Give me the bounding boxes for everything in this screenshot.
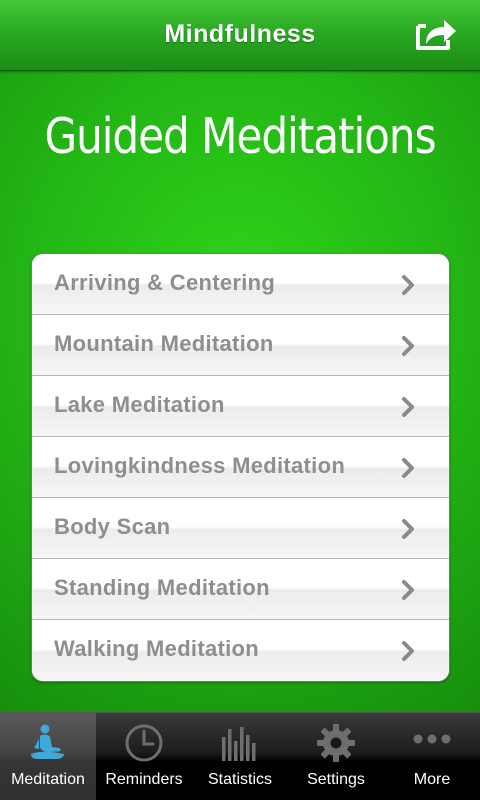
list-item-arriving-centering[interactable]: Arriving & Centering xyxy=(32,254,449,315)
chevron-right-icon xyxy=(402,336,414,356)
tab-statistics[interactable]: Statistics xyxy=(192,713,288,800)
list-item-standing-meditation[interactable]: Standing Meditation xyxy=(32,559,449,620)
tab-settings[interactable]: Settings xyxy=(288,713,384,800)
chevron-right-icon xyxy=(402,275,414,295)
tab-label: Settings xyxy=(307,771,365,788)
page-title: Guided Meditations xyxy=(44,108,436,165)
list-item-label: Standing Meditation xyxy=(54,575,270,600)
tab-reminders[interactable]: Reminders xyxy=(96,713,192,800)
tab-label: More xyxy=(413,771,451,788)
chevron-right-icon xyxy=(402,580,414,600)
chevron-right-icon xyxy=(402,641,414,661)
meditating-person-icon xyxy=(31,724,64,759)
list-item-label: Lake Meditation xyxy=(54,392,225,417)
app-title: Mindfulness xyxy=(164,20,316,48)
meditation-list: Arriving & Centering Mountain Meditation… xyxy=(31,253,450,682)
chevron-right-icon xyxy=(402,458,414,478)
list-item-label: Lovingkindness Meditation xyxy=(54,453,346,478)
share-button[interactable] xyxy=(412,14,460,54)
list-item-body-scan[interactable]: Body Scan xyxy=(32,498,449,559)
list-item-walking-meditation[interactable]: Walking Meditation xyxy=(32,620,449,681)
list-item-label: Body Scan xyxy=(54,514,171,539)
list-item-lake-meditation[interactable]: Lake Meditation xyxy=(32,376,449,437)
list-item-label: Walking Meditation xyxy=(54,636,260,661)
app-screen: Mindfulness Guided Meditations Arriving … xyxy=(0,0,480,800)
list-item-label: Mountain Meditation xyxy=(54,331,274,356)
tab-label: Reminders xyxy=(105,771,183,788)
tab-label: Meditation xyxy=(11,771,85,788)
tab-label: Statistics xyxy=(207,771,272,788)
chevron-right-icon xyxy=(402,397,414,417)
more-dots-icon xyxy=(413,734,451,744)
list-item-mountain-meditation[interactable]: Mountain Meditation xyxy=(32,315,449,376)
tab-bar: Meditation Reminders Statistics Settings… xyxy=(0,712,480,800)
header-bar: Mindfulness xyxy=(0,0,480,71)
tab-meditation[interactable]: Meditation xyxy=(0,713,96,800)
list-item-label: Arriving & Centering xyxy=(54,270,276,295)
gear-icon xyxy=(317,724,355,762)
chevron-right-icon xyxy=(402,519,414,539)
list-item-lovingkindness-meditation[interactable]: Lovingkindness Meditation xyxy=(32,437,449,498)
tab-more[interactable]: More xyxy=(384,713,480,800)
bar-chart-icon xyxy=(222,727,256,761)
share-export-icon xyxy=(416,20,456,50)
clock-icon xyxy=(125,724,163,762)
